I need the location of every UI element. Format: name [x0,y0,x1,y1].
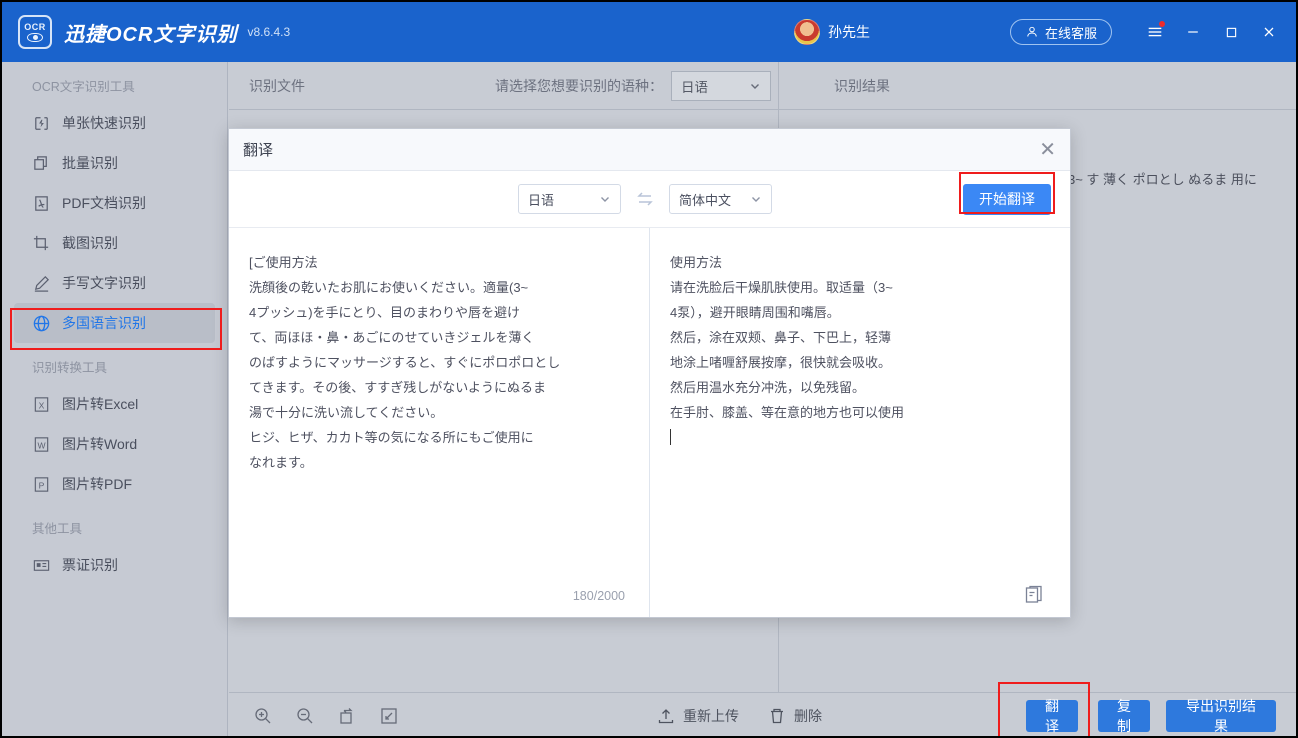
reupload-label: 重新上传 [683,707,739,724]
sidebar-item-image-to-word[interactable]: W 图片转Word [14,424,215,464]
sidebar-item-single-quick-recognize[interactable]: 单张快速识别 [14,103,215,143]
target-language-select[interactable]: 简体中文 [669,184,772,214]
close-icon[interactable]: ✕ [1039,140,1056,160]
word-icon: W [34,436,49,452]
svg-text:W: W [37,440,46,450]
source-textarea[interactable]: [ご使用方法 洗顔後の乾いたお肌にお使いください。適量(3~ 4プッシュ)を手に… [249,250,625,475]
character-counter: 180/2000 [572,589,625,603]
recognize-language-value: 日语 [681,79,708,95]
rotate-icon[interactable] [337,706,357,726]
excel-icon: X [34,396,49,412]
view-tools [253,706,399,726]
zoom-out-icon[interactable] [295,706,315,726]
recognize-language-select[interactable]: 日语 [671,70,771,101]
hamburger-menu-icon[interactable] [1138,15,1172,49]
minimize-icon[interactable] [1176,15,1210,49]
target-text-pane[interactable]: 使用方法 请在洗脸后干燥肌肤使用。取适量（3~ 4泵），避开眼睛周围和嘴唇。 然… [650,228,1070,617]
invoice-card-icon [33,559,50,571]
sidebar-item-label: 截图识别 [62,235,118,251]
copy-icon[interactable] [1024,585,1044,607]
copy-button[interactable]: 复制 [1098,698,1150,734]
sidebar-item-handwriting-recognize[interactable]: 手写文字识别 [14,263,215,303]
translate-dialog: 翻译 ✕ 日语 简体中文 开始翻译 [ご使用方法 洗顔後の乾いたお肌にお使いくだ… [228,128,1071,618]
online-service-label: 在线客服 [1044,25,1097,41]
sidebar-item-label: 图片转Word [62,436,138,452]
sidebar-item-label: 单张快速识别 [62,115,146,131]
sidebar-item-label: 票证识别 [62,557,118,573]
window-controls [1138,15,1286,49]
app-logo-icon: OCR [18,15,52,49]
globe-icon [33,315,50,331]
work-toolbar: 识别文件 请选择您想要识别的语种： 日语 识别结果 [229,62,1296,110]
pdf-icon: P [34,476,49,492]
delete-button[interactable]: 删除 [767,706,822,726]
sidebar-item-label: 批量识别 [62,155,118,171]
online-service-button[interactable]: 在线客服 [1009,19,1112,45]
dialog-title: 翻译 [243,142,274,159]
sidebar-group-label: 其他工具 [32,522,83,536]
sidebar: OCR文字识别工具 单张快速识别 批量识别 PDF文档识别 截图识别 手写文字识… [2,62,228,736]
swap-arrows-icon[interactable] [635,189,655,209]
sidebar-item-pdf-document-recognize[interactable]: PDF文档识别 [14,183,215,223]
user-icon [1027,26,1037,37]
application-window: OCR 迅捷OCR文字识别 v8.6.4.3 孙先生 在线客服 OCR文字识别工… [0,0,1298,738]
target-language-value: 简体中文 [679,192,732,208]
dialog-panes: [ご使用方法 洗顔後の乾いたお肌にお使いください。適量(3~ 4プッシュ)を手に… [229,228,1070,617]
screenshot-crop-icon [33,235,49,250]
translate-button[interactable]: 翻译 [1026,698,1078,734]
user-name: 孙先生 [827,24,870,40]
chevron-down-icon [752,197,760,202]
sidebar-item-label: 图片转Excel [62,396,139,412]
reupload-button[interactable]: 重新上传 [656,706,739,726]
chevron-down-icon [601,197,609,202]
notification-dot [1159,21,1165,27]
batch-recognize-icon [34,155,47,170]
language-prompt-label: 请选择您想要识别的语种： [495,77,663,94]
sidebar-item-invoice-recognize[interactable]: 票证识别 [14,545,215,585]
source-language-select[interactable]: 日语 [518,184,621,214]
handwriting-pen-icon [34,275,50,292]
pdf-document-icon [35,195,48,211]
chevron-down-icon [751,83,759,89]
zoom-in-icon[interactable] [253,706,273,726]
source-language-value: 日语 [528,192,555,208]
export-result-button[interactable]: 导出识别结果 [1166,698,1276,734]
sidebar-item-label: 多国语言识别 [62,315,146,331]
sidebar-item-multi-language-recognize[interactable]: 多国语言识别 [14,303,215,343]
title-bar: OCR 迅捷OCR文字识别 v8.6.4.3 孙先生 在线客服 [2,2,1296,62]
maximize-icon[interactable] [1214,15,1248,49]
svg-text:P: P [39,480,45,490]
bottom-toolbar: 重新上传 删除 翻译 复制 导出识别结果 [229,692,1296,736]
sidebar-item-label: 手写文字识别 [62,275,146,291]
fit-screen-icon[interactable] [379,706,399,726]
app-version: v8.6.4.3 [247,25,291,39]
source-text-pane[interactable]: [ご使用方法 洗顔後の乾いたお肌にお使いください。適量(3~ 4プッシュ)を手に… [229,228,650,617]
upload-icon [658,708,674,723]
delete-label: 删除 [794,707,822,724]
logo-text: OCR [24,21,46,32]
result-panel-label: 识别结果 [834,77,890,94]
sidebar-item-image-to-pdf[interactable]: P 图片转PDF [14,464,215,504]
close-icon[interactable] [1252,15,1286,49]
app-title: 迅捷OCR文字识别 [64,23,238,46]
trash-icon [771,708,783,723]
sidebar-item-batch-recognize[interactable]: 批量识别 [14,143,215,183]
eye-icon [27,32,43,42]
svg-text:X: X [39,400,45,410]
sidebar-group-label: 识别转换工具 [32,361,108,375]
single-quick-recognize-icon [35,116,48,130]
sidebar-item-label: PDF文档识别 [62,195,146,211]
target-textarea[interactable]: 使用方法 请在洗脸后干燥肌肤使用。取适量（3~ 4泵），避开眼睛周围和嘴唇。 然… [670,250,1046,450]
dialog-header: 翻译 ✕ [229,129,1070,171]
text-cursor [670,429,671,445]
sidebar-group-label: OCR文字识别工具 [32,80,135,94]
background-result-text: 3~ す 薄く ポロとし ぬるま 用に [1068,172,1257,187]
start-translate-button[interactable]: 开始翻译 [963,183,1051,215]
avatar[interactable] [793,19,820,45]
sidebar-item-screenshot-recognize[interactable]: 截图识别 [14,223,215,263]
dialog-language-bar: 日语 简体中文 开始翻译 [229,171,1070,228]
file-panel-label: 识别文件 [249,77,305,94]
sidebar-item-image-to-excel[interactable]: X 图片转Excel [14,384,215,424]
sidebar-item-label: 图片转PDF [62,476,132,492]
